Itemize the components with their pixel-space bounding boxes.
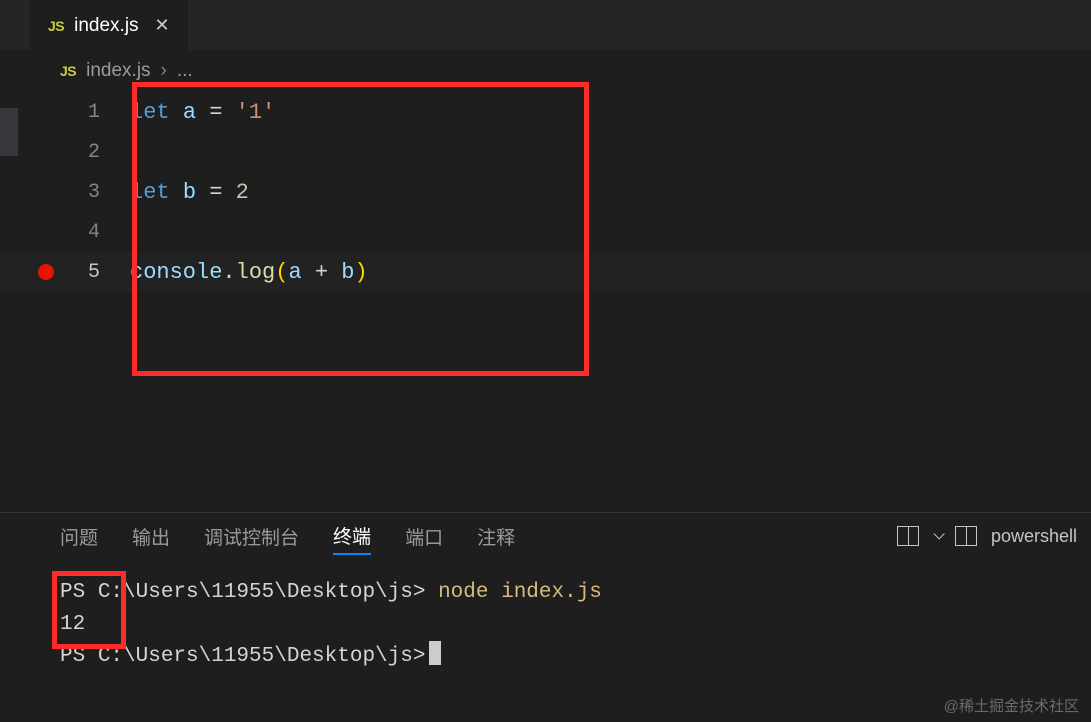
tab-index-js[interactable]: JS index.js ✕ [30, 0, 188, 50]
breadcrumb[interactable]: JS index.js › ... [0, 50, 1091, 92]
js-file-icon: JS [60, 63, 76, 79]
watermark: @稀土掘金技术社区 [944, 695, 1079, 716]
tab-filename: index.js [74, 15, 138, 37]
bottom-panel: 问题 输出 调试控制台 终端 端口 注释 powershell PS C:\Us… [0, 512, 1091, 722]
prompt-prefix: PS [60, 645, 98, 668]
breakpoint-icon[interactable] [38, 264, 54, 280]
tab-terminal[interactable]: 终端 [333, 518, 371, 555]
prompt-path: C:\Users\11955\Desktop\js> [98, 645, 426, 668]
tab-output[interactable]: 输出 [132, 519, 170, 554]
code-line[interactable]: 5console.log(a + b) [0, 252, 1091, 292]
close-icon[interactable]: ✕ [155, 15, 170, 36]
prompt-path: C:\Users\11955\Desktop\js> [98, 581, 426, 604]
terminal[interactable]: PS C:\Users\11955\Desktop\js> node index… [0, 559, 1091, 673]
split-terminal-icon[interactable] [955, 526, 977, 546]
code-line[interactable]: 1let a = '1' [0, 92, 1091, 132]
code-line[interactable]: 4 [0, 212, 1091, 252]
breadcrumb-filename: index.js [86, 60, 150, 82]
chevron-down-icon[interactable] [933, 528, 944, 539]
tab-ports[interactable]: 端口 [405, 519, 443, 554]
cursor [429, 641, 441, 665]
breadcrumb-rest: ... [177, 60, 193, 82]
panel-actions: powershell [897, 526, 1077, 547]
terminal-line: PS C:\Users\11955\Desktop\js> [60, 641, 1091, 673]
terminal-line: PS C:\Users\11955\Desktop\js> node index… [60, 577, 1091, 609]
code-line[interactable]: 3let b = 2 [0, 172, 1091, 212]
code-line[interactable]: 2 [0, 132, 1091, 172]
line-number: 3 [0, 181, 130, 204]
terminal-command: node index.js [438, 581, 602, 604]
split-editor-icon[interactable] [897, 526, 919, 546]
tab-problems[interactable]: 问题 [60, 519, 98, 554]
chevron-right-icon: › [161, 60, 167, 82]
panel-tabs: 问题 输出 调试控制台 终端 端口 注释 powershell [0, 513, 1091, 559]
shell-label[interactable]: powershell [991, 526, 1077, 547]
tab-bar: JS index.js ✕ [0, 0, 1091, 50]
line-number: 4 [0, 221, 130, 244]
line-number: 2 [0, 141, 130, 164]
tab-debug-console[interactable]: 调试控制台 [204, 519, 299, 554]
code-editor[interactable]: 1let a = '1'23let b = 245console.log(a +… [0, 92, 1091, 292]
terminal-output: 12 [60, 609, 1091, 641]
code-content[interactable]: console.log(a + b) [130, 260, 368, 285]
code-content[interactable]: let b = 2 [130, 180, 249, 205]
line-number: 1 [0, 101, 130, 124]
code-content[interactable]: let a = '1' [130, 100, 275, 125]
line-number: 5 [0, 261, 130, 284]
prompt-prefix: PS [60, 581, 98, 604]
tab-comments[interactable]: 注释 [477, 519, 515, 554]
js-file-icon: JS [48, 18, 64, 34]
